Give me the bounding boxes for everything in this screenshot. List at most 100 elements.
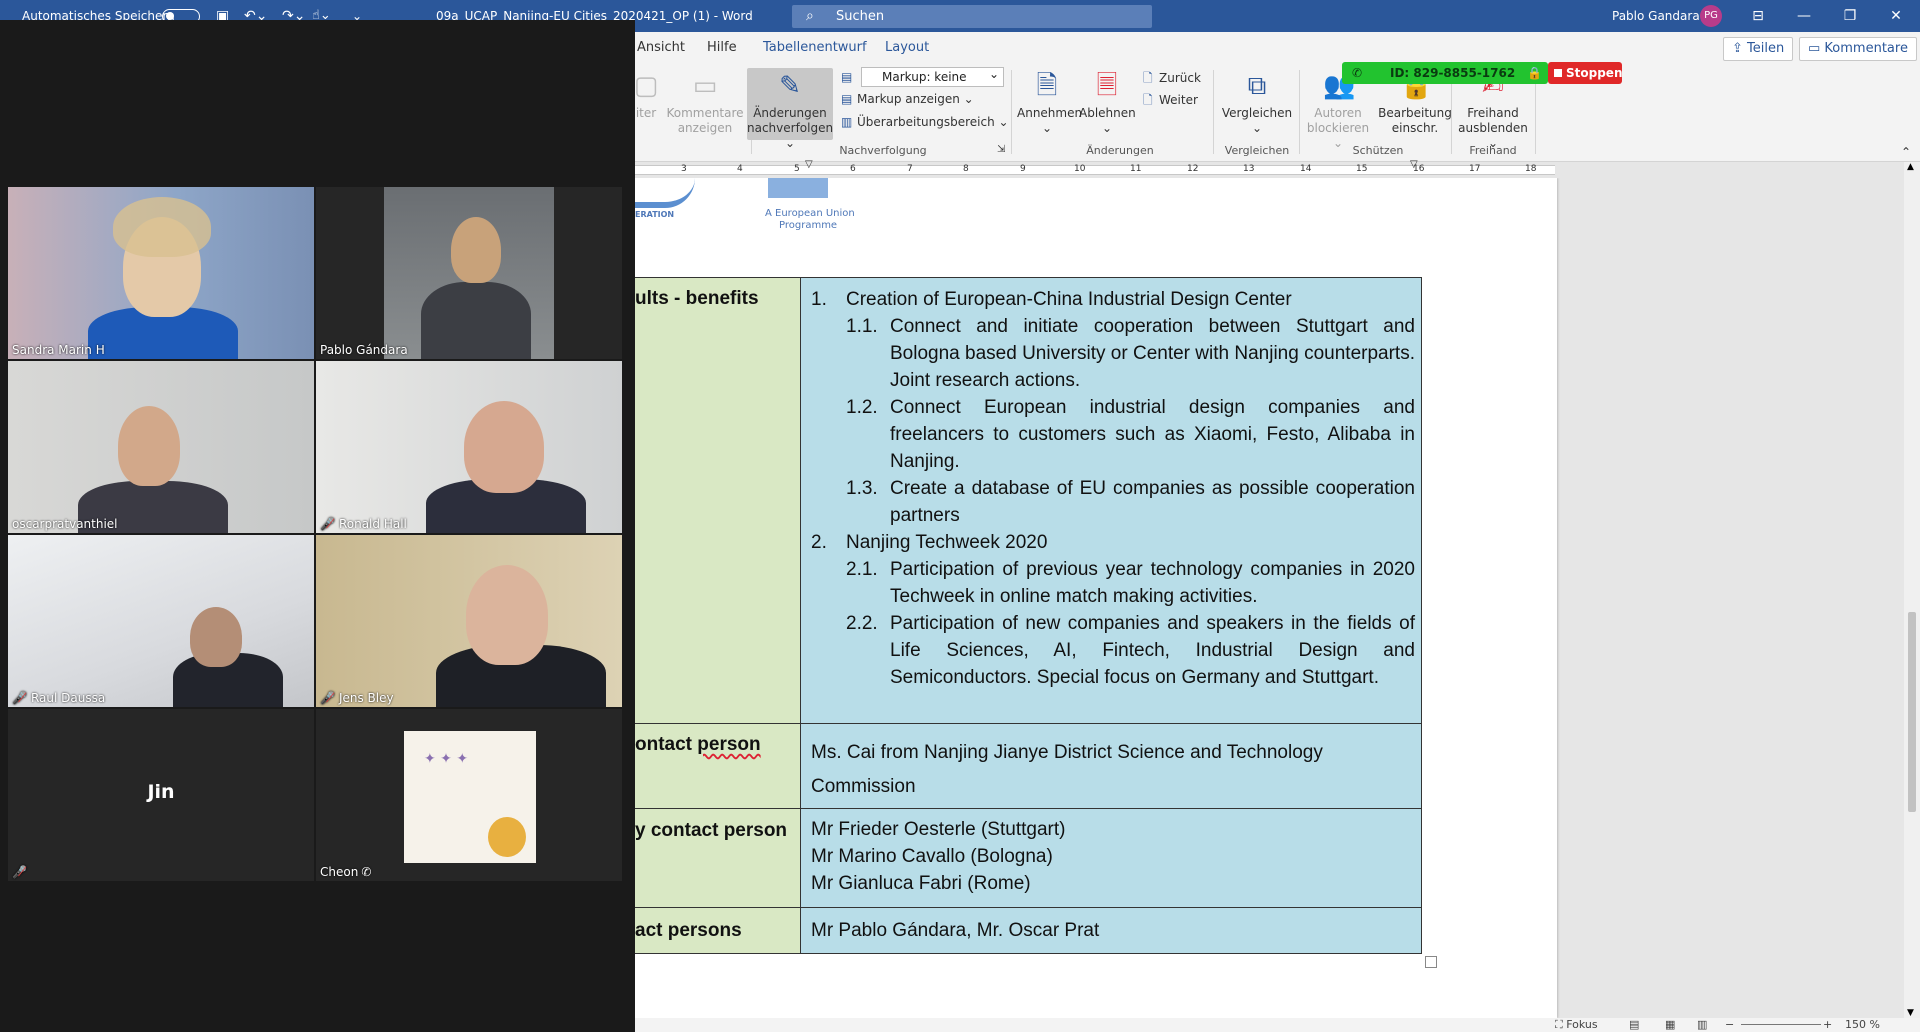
search-box[interactable]: ⌕ Suchen: [792, 5, 1152, 28]
next-comment-button[interactable]: ▢ iter: [631, 70, 661, 121]
reviewing-pane-button[interactable]: ▥ Überarbeitungsbereich ⌄: [841, 112, 1009, 132]
contact-person-label-a: ontact: [635, 734, 698, 755]
zoom-in-icon[interactable]: +: [1823, 1018, 1832, 1031]
previous-icon: 🗋: [1143, 71, 1153, 85]
meeting-id-label: ID: 829-8855-1762: [1390, 66, 1516, 80]
stop-share-button[interactable]: Stoppen: [1548, 62, 1622, 84]
participant-name: oscarpratvanthiel: [12, 517, 118, 531]
group-label-protect: Schützen: [1352, 144, 1404, 157]
print-layout-icon[interactable]: ▦: [1665, 1018, 1675, 1031]
muted-mic-icon: 🎤̸: [12, 691, 27, 705]
reject-label: Ablehnen: [1079, 106, 1136, 120]
participant-video[interactable]: 🎤̸ Ronald Hall: [316, 361, 622, 533]
collapse-ribbon-icon[interactable]: ⌃: [1901, 142, 1911, 162]
scrollbar-thumb[interactable]: [1908, 612, 1916, 812]
horizontal-ruler[interactable]: 3 4 5 6 7 8 9 10 11 12 13 14 15 16 17 18…: [635, 159, 1555, 178]
reject-button[interactable]: 🗏 Ablehnen ⌄: [1079, 70, 1136, 136]
tab-ansicht[interactable]: Ansicht: [637, 32, 685, 64]
person-head: [464, 401, 544, 493]
zoom-level[interactable]: 150 %: [1845, 1018, 1880, 1031]
list-number: 2.: [811, 532, 827, 553]
focus-button[interactable]: ⛶ Fokus: [1555, 1018, 1598, 1032]
document-area[interactable]: ERATION A European Union Programme ults …: [635, 178, 1920, 1018]
share-label: Teilen: [1747, 41, 1785, 56]
column-marker-icon[interactable]: ▽: [1410, 159, 1418, 170]
table-resize-handle[interactable]: [1425, 956, 1437, 968]
zoom-gallery-panel: Sandra Marin H Pablo Gándara oscarpratva…: [0, 20, 635, 1032]
scroll-down-icon[interactable]: ▼: [1907, 1008, 1914, 1018]
tracking-options-icon[interactable]: ⇲: [997, 140, 1005, 160]
participant-video[interactable]: oscarpratvanthiel: [8, 361, 314, 533]
vertical-scrollbar[interactable]: ▲ ▼: [1904, 162, 1920, 1018]
share-button[interactable]: ⇪ Teilen: [1723, 37, 1794, 61]
person-head: [190, 607, 242, 667]
participant-video[interactable]: Jin 🎤̸: [8, 709, 314, 881]
markup-dropdown[interactable]: Markup: keine: [861, 65, 1004, 87]
show-comments-label-2: anzeigen: [677, 121, 733, 135]
person-head: [451, 217, 501, 283]
tab-tabellenentwurf[interactable]: Tabellenentwurf: [763, 32, 867, 64]
read-mode-icon[interactable]: ▤: [1629, 1018, 1639, 1031]
comments-button[interactable]: ▭ Kommentare: [1799, 37, 1917, 61]
list-number: 2.1.: [846, 559, 878, 580]
restore-icon[interactable]: ❐: [1827, 0, 1873, 32]
eu-logo-line1: A European Union: [765, 208, 855, 219]
ruler-tick: 17: [1469, 164, 1481, 174]
column-marker-icon[interactable]: ▽: [805, 159, 813, 170]
participant-name: Jens Bley: [338, 691, 394, 705]
accept-button[interactable]: 🗎 Annehmen ⌄: [1017, 70, 1082, 136]
profile-picture-icon: ✦ ✦ ✦: [404, 731, 536, 863]
next-change-button[interactable]: 🗋 Weiter: [1143, 90, 1198, 110]
city-contact-line: Mr Gianluca Fabri (Rome): [811, 873, 1031, 894]
contact-person-label: ontact person: [635, 734, 761, 756]
previous-change-button[interactable]: 🗋 Zurück: [1143, 68, 1201, 88]
meeting-id-bar[interactable]: ✆ ID: 829-8855-1762 🔒: [1342, 62, 1548, 84]
user-avatar[interactable]: PG: [1700, 5, 1722, 27]
label-cell[interactable]: [635, 277, 801, 724]
participant-video[interactable]: Pablo Gándara: [316, 187, 622, 359]
previous-label: Zurück: [1159, 71, 1201, 85]
list-number: 1.: [811, 289, 827, 310]
contact-person-value: Ms. Cai from Nanjing Jianye District Sci…: [811, 742, 1323, 797]
ruler-tick: 6: [850, 164, 856, 174]
tab-hilfe[interactable]: Hilfe: [707, 32, 737, 64]
compare-button[interactable]: ⧉ Vergleichen ⌄: [1219, 70, 1295, 136]
track-changes-button[interactable]: ✎ Änderungen nachverfolgen ⌄: [747, 68, 834, 150]
share-icon: ⇪: [1732, 41, 1748, 56]
tab-layout[interactable]: Layout: [885, 32, 929, 64]
participant-video[interactable]: ✦ ✦ ✦ Cheon ✆: [316, 709, 622, 881]
accept-icon: 🗎: [1036, 71, 1058, 101]
participant-name: Sandra Marin H: [12, 343, 105, 357]
contact-person-label-b: person: [697, 734, 761, 755]
participant-video[interactable]: 🎤̸ Raul Daussa: [8, 535, 314, 707]
web-layout-icon[interactable]: ▥: [1697, 1018, 1707, 1031]
participant-name: Jin: [147, 781, 175, 803]
track-changes-label-2: nachverfolgen: [747, 121, 834, 135]
ruler-tick: 7: [907, 164, 913, 174]
close-icon[interactable]: ✕: [1873, 0, 1919, 32]
scroll-up-icon[interactable]: ▲: [1907, 162, 1914, 172]
user-name[interactable]: Pablo Gandara: [1612, 0, 1700, 32]
ruler-tick: 11: [1130, 164, 1142, 174]
group-label-tracking: Nachverfolgung: [839, 144, 927, 157]
group-label-ink: Freihand: [1469, 144, 1517, 157]
participant-name-row: 🎤̸ Raul Daussa: [12, 691, 105, 705]
list-number: 1.1.: [846, 316, 878, 337]
participant-video[interactable]: Sandra Marin H: [8, 187, 314, 359]
ruler-tick: 15: [1356, 164, 1368, 174]
list-item: Create a database of EU companies as pos…: [890, 478, 1415, 526]
partial-label: iter: [635, 106, 657, 120]
participant-video[interactable]: 🎤̸ Jens Bley: [316, 535, 622, 707]
show-comments-button[interactable]: ▭ Kommentare anzeigen: [665, 70, 745, 136]
group-separator: [1011, 70, 1012, 154]
ruler-tick: 14: [1300, 164, 1312, 174]
list-item: Participation of previous year technolog…: [890, 559, 1415, 607]
document-page[interactable]: ERATION A European Union Programme ults …: [635, 178, 1557, 1018]
zoom-out-icon[interactable]: −: [1725, 1018, 1734, 1031]
minimize-icon[interactable]: —: [1781, 0, 1827, 32]
eu-logo-line2: Programme: [779, 220, 838, 231]
ribbon-display-icon[interactable]: ⊟: [1735, 0, 1781, 32]
show-markup-button[interactable]: ▤ Markup anzeigen ⌄: [841, 89, 974, 109]
zoom-slider[interactable]: [1741, 1024, 1821, 1025]
reviewing-pane-label: Überarbeitungsbereich: [857, 115, 995, 129]
